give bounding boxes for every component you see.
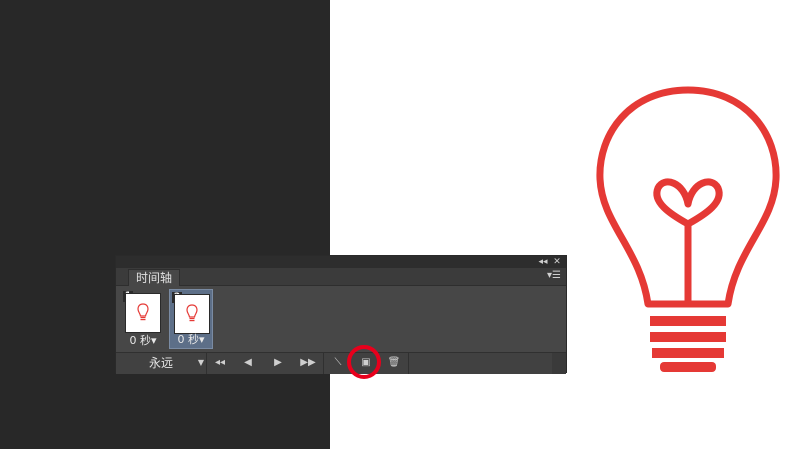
- prev-frame-icon[interactable]: ◀: [236, 355, 260, 371]
- frame-delay[interactable]: 0 秒▾: [170, 333, 212, 347]
- timeline-panel: ◂◂ ✕ 时间轴 ▾☰ 1 0 秒▾ 2: [115, 255, 567, 374]
- lightbulb-thumbnail-icon: [137, 303, 149, 321]
- workspace-background: [0, 0, 330, 449]
- lightbulb-thumbnail-icon: [186, 304, 198, 322]
- next-frame-icon[interactable]: ▶▶: [296, 355, 320, 371]
- divider: [206, 353, 207, 374]
- highlight-circle: [347, 345, 381, 379]
- loop-dropdown[interactable]: 永远 ▼: [149, 355, 204, 371]
- frame-1[interactable]: 1 0 秒▾: [121, 289, 165, 349]
- trash-icon[interactable]: 🗑: [382, 355, 406, 371]
- divider: [408, 353, 409, 374]
- divider: [323, 353, 324, 374]
- frame-2[interactable]: 2 0 秒▾: [169, 289, 213, 349]
- panel-menu-icon[interactable]: ▾☰: [547, 270, 561, 282]
- collapse-icon[interactable]: ◂◂: [536, 256, 550, 268]
- panel-tabbar: 时间轴 ▾☰: [116, 268, 566, 286]
- first-frame-icon[interactable]: ◂◂: [208, 355, 232, 371]
- panel-header: ◂◂ ✕: [116, 256, 566, 268]
- frame-list: 1 0 秒▾ 2 0 秒▾: [116, 286, 566, 352]
- lightbulb-icon: [596, 86, 780, 372]
- close-icon[interactable]: ✕: [550, 256, 564, 268]
- tab-timeline[interactable]: 时间轴: [128, 269, 181, 286]
- play-icon[interactable]: ▶: [266, 355, 290, 371]
- frame-thumbnail: [174, 294, 210, 334]
- frame-thumbnail: [125, 293, 161, 333]
- resize-handle[interactable]: [552, 353, 566, 374]
- timeline-toolbar: 永远 ▼ ◂◂ ◀ ▶ ▶▶ ⟍ ▣ 🗑: [116, 352, 566, 374]
- frame-delay[interactable]: 0 秒▾: [121, 334, 165, 348]
- chevron-down-icon: ▼: [197, 358, 204, 367]
- loop-label: 永远: [149, 356, 174, 370]
